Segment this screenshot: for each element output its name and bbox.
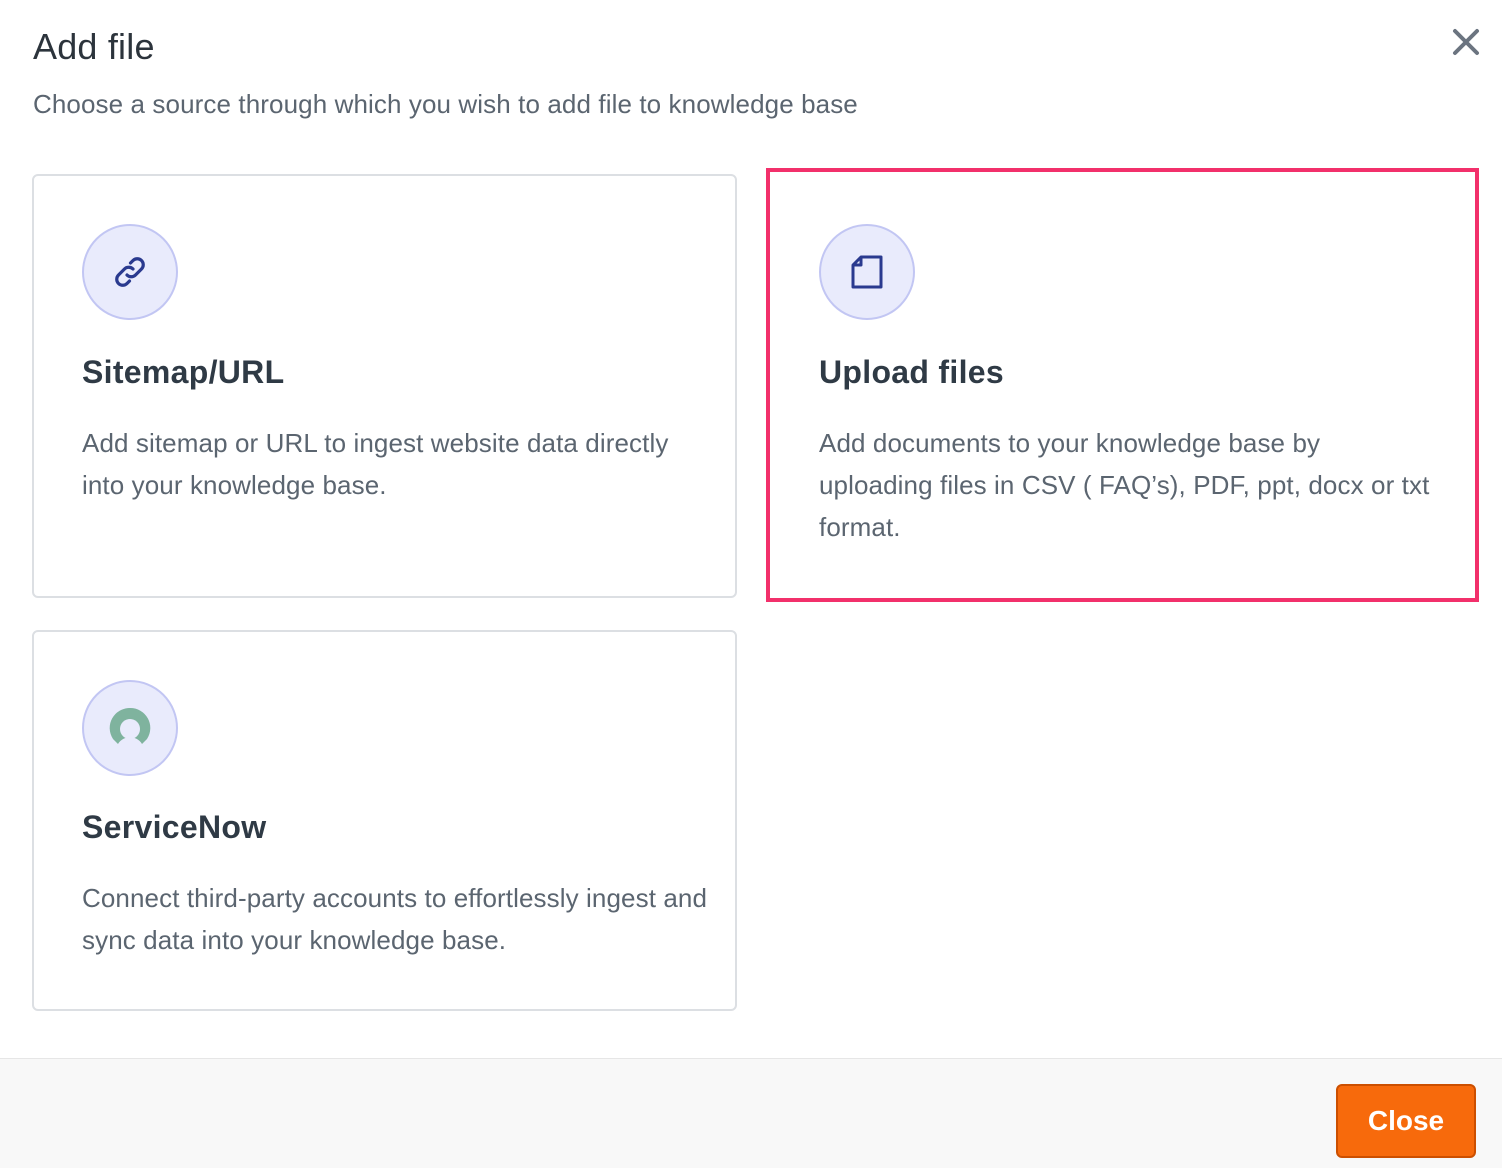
card-description: Add documents to your knowledge base by … [819, 428, 1430, 542]
close-icon[interactable] [1446, 22, 1486, 62]
dialog-title: Add file [33, 26, 155, 67]
upload-files-card[interactable]: Upload files Add documents to your knowl… [766, 168, 1479, 602]
servicenow-icon [82, 680, 178, 776]
servicenow-card[interactable]: ServiceNow Connect third-party accounts … [32, 630, 737, 1011]
card-title: Upload files [819, 354, 1004, 390]
dialog-subtitle: Choose a source through which you wish t… [33, 89, 858, 119]
card-title: Sitemap/URL [82, 354, 285, 390]
card-title: ServiceNow [82, 809, 267, 845]
document-icon [819, 224, 915, 320]
sitemap-url-card[interactable]: Sitemap/URL Add sitemap or URL to ingest… [32, 174, 737, 598]
link-icon [82, 224, 178, 320]
dialog-footer [0, 1058, 1502, 1168]
card-description: Connect third-party accounts to effortle… [82, 883, 708, 955]
close-button[interactable]: Close [1336, 1084, 1476, 1158]
card-description: Add sitemap or URL to ingest website dat… [82, 428, 669, 500]
add-file-dialog: Add file Choose a source through which y… [0, 0, 1502, 1168]
